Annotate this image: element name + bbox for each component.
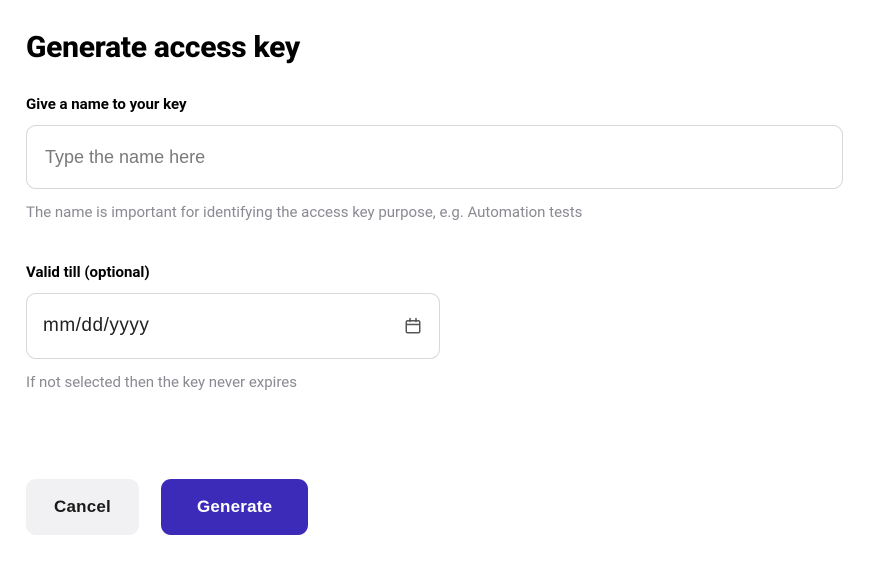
dialog-title: Generate access key [26,30,843,65]
valid-till-label: Valid till (optional) [26,263,843,281]
valid-till-input[interactable] [26,293,440,359]
generate-button[interactable]: Generate [161,479,308,535]
valid-till-field-group: Valid till (optional) If not selected th… [26,263,843,391]
name-label: Give a name to your key [26,95,843,113]
key-name-input[interactable] [26,125,843,189]
date-input-wrapper [26,293,440,359]
name-help-text: The name is important for identifying th… [26,203,843,221]
cancel-button[interactable]: Cancel [26,479,139,535]
valid-till-help-text: If not selected then the key never expir… [26,373,843,391]
button-row: Cancel Generate [26,479,843,535]
name-field-group: Give a name to your key The name is impo… [26,95,843,221]
